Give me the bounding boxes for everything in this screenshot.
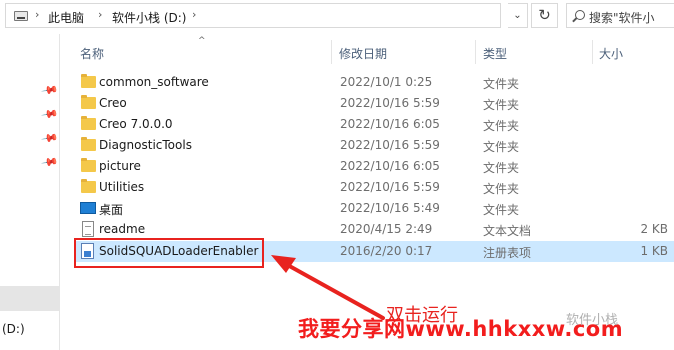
refresh-icon: ↻ bbox=[538, 6, 551, 24]
file-name: picture bbox=[99, 159, 141, 173]
folder-icon bbox=[81, 179, 96, 193]
file-type: 文件夹 bbox=[483, 77, 520, 91]
drive-icon bbox=[14, 11, 28, 21]
highlight-box bbox=[74, 238, 264, 268]
file-date: 2022/10/16 5:59 bbox=[340, 96, 440, 110]
folder-icon bbox=[81, 116, 96, 130]
column-divider[interactable] bbox=[475, 40, 476, 64]
file-row[interactable]: 桌面 2022/10/16 5:49 文件夹 bbox=[75, 198, 674, 219]
folder-icon bbox=[81, 137, 96, 151]
column-header-type[interactable]: 类型 bbox=[483, 45, 507, 62]
search-icon bbox=[575, 10, 585, 20]
chevron-down-icon: ⌄ bbox=[513, 10, 522, 21]
column-header-name[interactable]: 名称 bbox=[80, 45, 104, 62]
breadcrumb-separator: › bbox=[98, 8, 103, 21]
file-row[interactable]: Creo 7.0.0.0 2022/10/16 6:05 文件夹 bbox=[75, 114, 674, 135]
file-name: common_software bbox=[99, 75, 209, 89]
file-row[interactable]: picture 2022/10/16 6:05 文件夹 bbox=[75, 156, 674, 177]
file-type: 文件夹 bbox=[483, 119, 520, 133]
address-bar-row: › 此电脑 › 软件小栈 (D:) › ⌄ ↻ 搜索"软件小 bbox=[0, 0, 674, 34]
file-name: 桌面 bbox=[99, 203, 124, 217]
watermark-brand: 软件小栈 bbox=[566, 313, 619, 328]
nav-item-selected[interactable] bbox=[0, 286, 59, 311]
file-row[interactable]: common_software 2022/10/1 0:25 文件夹 bbox=[75, 72, 674, 93]
file-size: 1 KB bbox=[640, 244, 668, 258]
file-row[interactable]: Utilities 2022/10/16 5:59 文件夹 bbox=[75, 177, 674, 198]
pin-icon: 📌 bbox=[40, 81, 60, 100]
pin-icon: 📌 bbox=[40, 129, 60, 148]
file-name: Creo bbox=[99, 96, 127, 110]
file-date: 2022/10/16 5:49 bbox=[340, 201, 440, 215]
file-name: Utilities bbox=[99, 180, 145, 194]
desktop-folder-icon bbox=[80, 202, 96, 214]
file-type: 文件夹 bbox=[483, 203, 520, 217]
folder-icon bbox=[81, 95, 96, 109]
column-divider[interactable] bbox=[592, 40, 593, 64]
file-date: 2020/4/15 2:49 bbox=[340, 222, 433, 236]
folder-icon bbox=[81, 74, 96, 88]
breadcrumb-drive-d[interactable]: 软件小栈 (D:) bbox=[112, 9, 186, 26]
text-file-icon bbox=[82, 221, 94, 237]
file-date: 2022/10/16 5:59 bbox=[340, 138, 440, 152]
file-type: 文件夹 bbox=[483, 182, 520, 196]
sort-up-icon: ^ bbox=[198, 36, 206, 46]
file-type: 文件夹 bbox=[483, 140, 520, 154]
navigation-pane[interactable]: 📌 📌 📌 📌 (D:) bbox=[0, 34, 60, 350]
file-name: readme bbox=[99, 222, 146, 236]
column-header-size[interactable]: 大小 bbox=[599, 45, 623, 62]
breadcrumb-separator: › bbox=[35, 8, 40, 21]
file-date: 2022/10/1 0:25 bbox=[340, 75, 433, 89]
file-type: 文件夹 bbox=[483, 98, 520, 112]
pin-icon: 📌 bbox=[40, 153, 60, 172]
nav-item-drive-d[interactable]: (D:) bbox=[2, 322, 25, 336]
folder-icon bbox=[81, 158, 96, 172]
file-row[interactable]: DiagnosticTools 2022/10/16 5:59 文件夹 bbox=[75, 135, 674, 156]
column-header-date[interactable]: 修改日期 bbox=[339, 45, 387, 62]
search-input[interactable]: 搜索"软件小 bbox=[566, 3, 674, 28]
file-type: 注册表项 bbox=[483, 246, 532, 260]
file-date: 2022/10/16 6:05 bbox=[340, 159, 440, 173]
breadcrumb-separator: › bbox=[192, 8, 197, 21]
file-row[interactable]: readme 2020/4/15 2:49 文本文档 2 KB bbox=[75, 219, 674, 240]
file-type: 文本文档 bbox=[483, 224, 532, 238]
address-bar[interactable]: › 此电脑 › 软件小栈 (D:) › bbox=[5, 3, 501, 28]
file-size: 2 KB bbox=[640, 222, 668, 236]
breadcrumb-this-pc[interactable]: 此电脑 bbox=[48, 9, 84, 26]
column-divider[interactable] bbox=[331, 40, 332, 64]
search-placeholder: 搜索"软件小 bbox=[589, 11, 655, 25]
file-row[interactable]: Creo 2022/10/16 5:59 文件夹 bbox=[75, 93, 674, 114]
pin-icon: 📌 bbox=[40, 105, 60, 124]
address-dropdown-button[interactable]: ⌄ bbox=[508, 3, 528, 28]
file-name: DiagnosticTools bbox=[99, 138, 192, 152]
file-date: 2022/10/16 6:05 bbox=[340, 117, 440, 131]
refresh-button[interactable]: ↻ bbox=[531, 3, 558, 28]
file-date: 2022/10/16 5:59 bbox=[340, 180, 440, 194]
file-name: Creo 7.0.0.0 bbox=[99, 117, 173, 131]
file-date: 2016/2/20 0:17 bbox=[340, 244, 433, 258]
file-type: 文件夹 bbox=[483, 161, 520, 175]
